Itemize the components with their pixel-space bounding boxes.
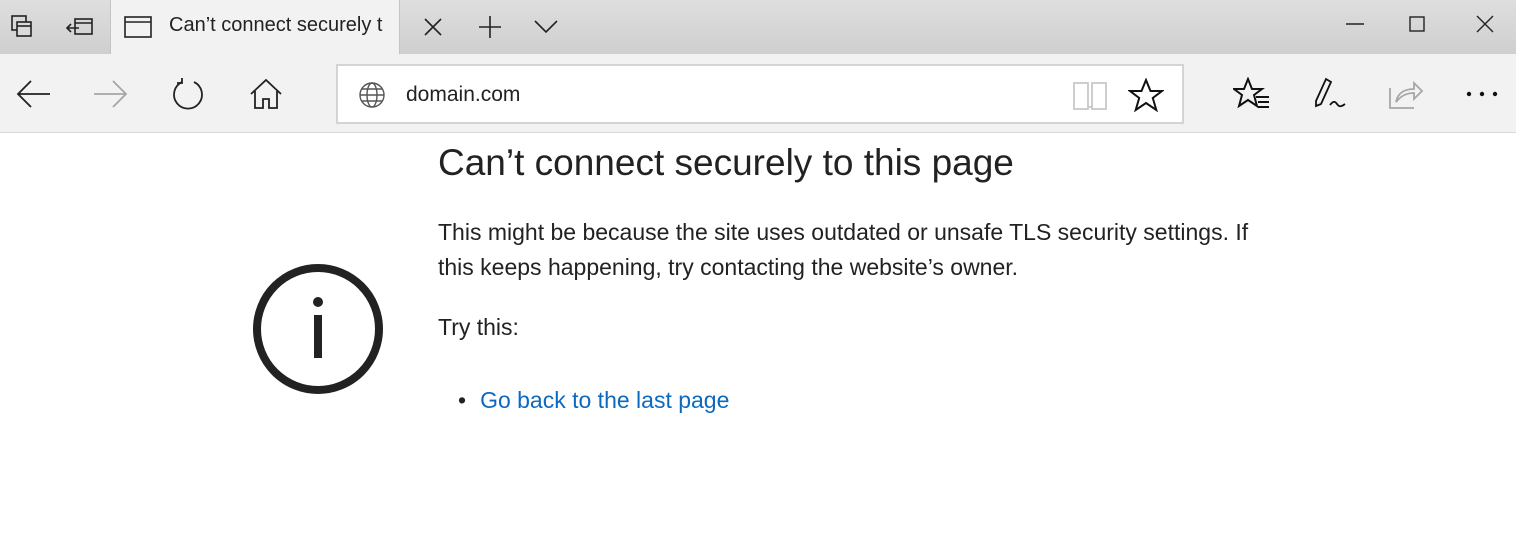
go-back-link[interactable]: Go back to the last page — [480, 387, 729, 413]
close-window-icon[interactable] — [1470, 10, 1500, 38]
back-icon[interactable] — [14, 78, 54, 110]
url-text[interactable]: domain.com — [406, 83, 520, 107]
home-icon[interactable] — [246, 76, 286, 112]
more-icon[interactable] — [1462, 82, 1502, 106]
info-icon — [250, 261, 386, 397]
tab-bar: Can’t connect securely t — [0, 0, 1516, 54]
favorites-hub-icon[interactable] — [1232, 76, 1272, 112]
error-page — [0, 133, 1516, 558]
reading-view-icon[interactable] — [1070, 78, 1110, 112]
error-title: Can’t connect securely to this page — [438, 142, 1014, 183]
address-bar[interactable]: domain.com — [336, 64, 1184, 124]
navigation-toolbar: domain.com — [0, 54, 1516, 133]
chevron-down-icon[interactable] — [532, 15, 560, 39]
set-aside-tabs-icon[interactable] — [64, 13, 96, 41]
refresh-icon[interactable] — [168, 76, 208, 112]
try-this-label: Try this: — [438, 314, 519, 340]
close-tab-icon[interactable] — [421, 15, 445, 39]
tab-title: Can’t connect securely t — [169, 14, 383, 36]
minimize-icon[interactable] — [1340, 12, 1370, 36]
globe-icon — [358, 81, 386, 109]
tab-active[interactable]: Can’t connect securely t — [110, 0, 442, 54]
maximize-icon[interactable] — [1402, 10, 1432, 38]
new-tab-icon[interactable] — [476, 13, 504, 41]
star-icon[interactable] — [1126, 78, 1166, 112]
suggestion-item: • Go back to the last page — [458, 387, 729, 414]
page-icon — [123, 14, 153, 40]
tab-previews-icon[interactable] — [8, 13, 38, 41]
web-note-icon[interactable] — [1310, 76, 1350, 112]
error-description: This might be because the site uses outd… — [438, 219, 1249, 280]
bullet: • — [458, 387, 467, 413]
share-icon[interactable] — [1386, 76, 1426, 112]
forward-icon[interactable] — [90, 78, 130, 110]
